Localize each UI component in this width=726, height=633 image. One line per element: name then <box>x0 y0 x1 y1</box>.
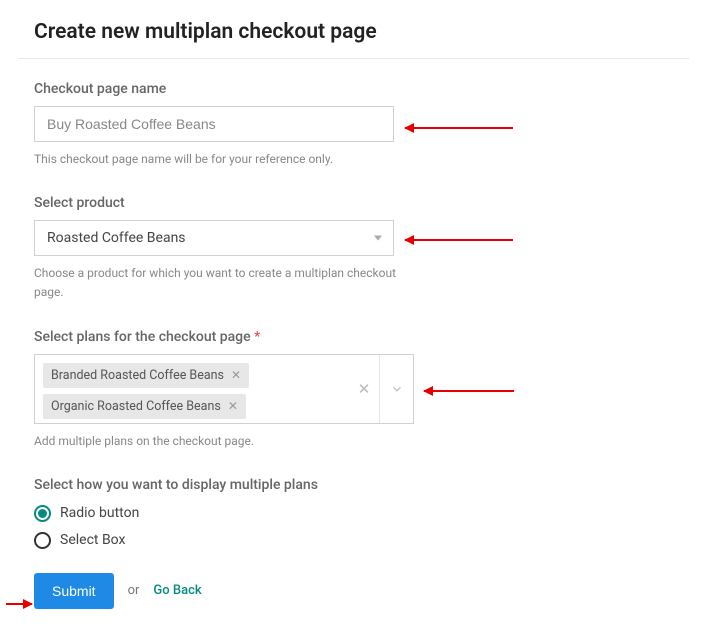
radio-label: Radio button <box>60 505 139 521</box>
plan-tag: Branded Roasted Coffee Beans ✕ <box>43 363 249 388</box>
checkout-name-label: Checkout page name <box>34 81 726 97</box>
submit-button[interactable]: Submit <box>34 573 114 609</box>
go-back-link[interactable]: Go Back <box>153 583 201 598</box>
checkout-name-input[interactable] <box>34 106 394 142</box>
display-group: Select how you want to display multiple … <box>34 477 726 549</box>
or-text: or <box>128 583 140 598</box>
tag-remove-icon[interactable]: ✕ <box>228 400 238 412</box>
product-select[interactable]: Roasted Coffee Beans <box>34 220 394 256</box>
plans-multiselect[interactable]: Branded Roasted Coffee Beans ✕ Organic R… <box>34 354 414 424</box>
arrow-annotation <box>405 127 513 129</box>
multiselect-toggle[interactable] <box>379 355 413 423</box>
chevron-down-icon <box>390 382 404 396</box>
plans-label-text: Select plans for the checkout page <box>34 329 251 345</box>
checkout-name-group: Checkout page name This checkout page na… <box>34 81 726 169</box>
plan-tag-label: Branded Roasted Coffee Beans <box>51 368 224 383</box>
radio-label: Select Box <box>60 532 125 548</box>
product-group: Select product Roasted Coffee Beans Choo… <box>34 195 726 302</box>
arrow-annotation <box>6 603 32 605</box>
plans-group: Select plans for the checkout page * Bra… <box>34 329 726 451</box>
arrow-annotation <box>405 239 513 241</box>
divider <box>19 58 689 59</box>
caret-down-icon <box>374 236 382 241</box>
plans-hint: Add multiple plans on the checkout page. <box>34 432 414 451</box>
plan-tag: Organic Roasted Coffee Beans ✕ <box>43 394 246 419</box>
page-title: Create new multiplan checkout page <box>34 20 726 44</box>
plan-tag-label: Organic Roasted Coffee Beans <box>51 399 221 414</box>
product-select-value: Roasted Coffee Beans <box>34 220 394 256</box>
actions-row: Submit or Go Back <box>34 573 726 609</box>
radio-icon <box>34 532 51 549</box>
plans-label: Select plans for the checkout page * <box>34 329 726 345</box>
radio-option-radio-button[interactable]: Radio button <box>34 505 726 522</box>
checkout-name-hint: This checkout page name will be for your… <box>34 150 414 169</box>
display-label: Select how you want to display multiple … <box>34 477 726 493</box>
product-label: Select product <box>34 195 726 211</box>
plans-tags-container: Branded Roasted Coffee Beans ✕ Organic R… <box>35 355 349 423</box>
radio-icon <box>34 505 51 522</box>
product-hint: Choose a product for which you want to c… <box>34 264 414 302</box>
required-mark: * <box>254 329 260 345</box>
radio-option-select-box[interactable]: Select Box <box>34 532 726 549</box>
clear-all-icon[interactable]: ✕ <box>349 355 379 423</box>
tag-remove-icon[interactable]: ✕ <box>231 369 241 381</box>
arrow-annotation <box>424 390 514 392</box>
display-radio-group: Radio button Select Box <box>34 505 726 549</box>
